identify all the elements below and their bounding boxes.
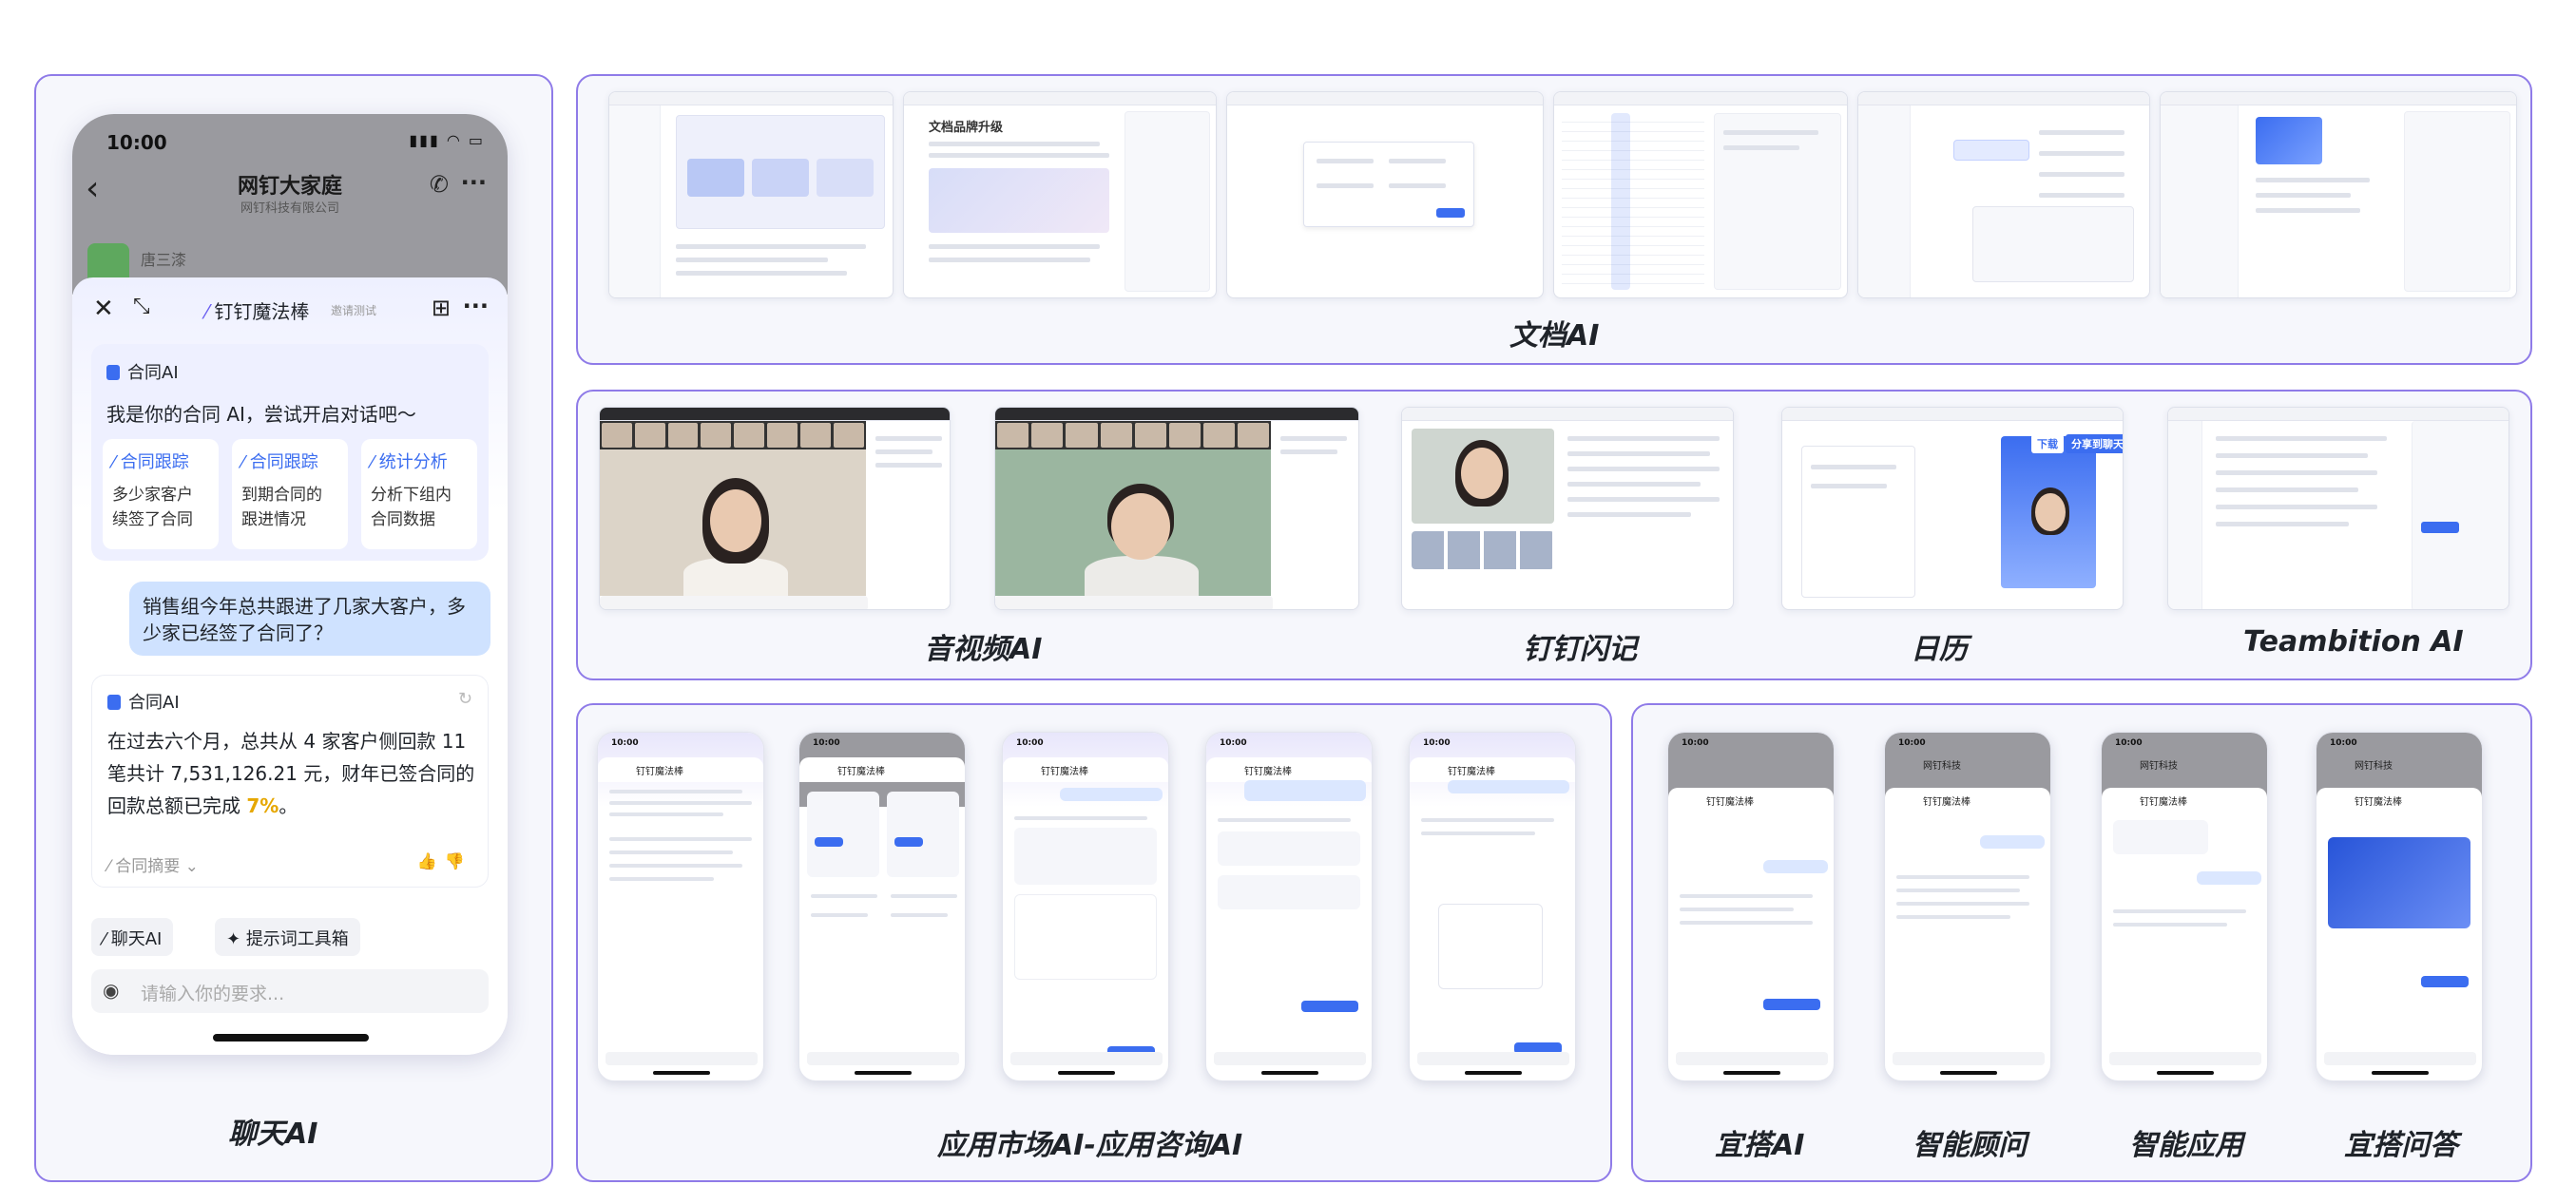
status-icons: ▮▮▮ ◠ ▭ <box>409 131 485 149</box>
doc-screenshot <box>1553 91 1848 298</box>
status-time: 10:00 <box>106 131 167 154</box>
contract-doc-icon <box>107 695 121 710</box>
mini-phone: 10:00 钉钉魔法棒 <box>1667 732 1835 1081</box>
suggestion-card[interactable]: ⁄ 统计分析 分析下组内 合同数据 <box>361 439 477 549</box>
prompt-toolbox-chip[interactable]: ✦ 提示词工具箱 <box>215 918 360 956</box>
caption-smart-advisor: 智能顾问 <box>1913 1129 2027 1162</box>
magic-wand-icon: ⁄ <box>205 300 209 323</box>
teambition-screenshot <box>2167 407 2509 610</box>
mini-phone: 10:00 钉钉魔法棒 <box>1002 732 1169 1081</box>
caption-yida-ai: 宜搭AI <box>1715 1129 1805 1162</box>
mini-phone: 10:00 钉钉魔法棒 <box>1205 732 1373 1081</box>
beta-badge: 邀请测试 <box>331 304 377 317</box>
sheet-title-text: 钉钉魔法棒 <box>214 300 310 323</box>
caption-flash-notes: 钉钉闪记 <box>1523 633 1637 666</box>
message-input[interactable]: ◉ 请输入你的要求... <box>91 969 489 1013</box>
welcome-card: 合同AI 我是你的合同 AI，尝试开启对话吧～ ⁄ 合同跟踪 多少家客户 续签了合… <box>91 344 489 561</box>
greeting-text: 我是你的合同 AI，尝试开启对话吧～ <box>106 403 416 426</box>
caption-chat-ai: 聊天AI <box>228 1118 318 1151</box>
ai-tag: 合同AI <box>107 689 180 714</box>
caption-teambition: Teambition AI <box>2243 625 2464 659</box>
feedback-icons[interactable]: 👍👎 <box>417 852 472 871</box>
mini-phone: 10:00 钉钉魔法棒 <box>798 732 966 1081</box>
suggestion-card[interactable]: ⁄ 合同跟踪 到期合同的 跟进情况 <box>232 439 348 549</box>
mini-phone: 10:00 网钉科技 钉钉魔法棒 <box>2316 732 2483 1081</box>
chat-subtitle: 网钉科技有限公司 <box>240 201 339 216</box>
magic-wand-sheet: ✕ ⤡ ⁄ 钉钉魔法棒 邀请测试 ⊞ ··· 合同AI 我是你的合同 AI，尝试开… <box>72 277 508 1055</box>
ai-tag-label: 合同AI <box>128 693 180 713</box>
doc-screenshot <box>1226 91 1544 298</box>
suggestion-body: 多少家客户 续签了合同 <box>112 486 193 529</box>
voice-icon[interactable]: ◉ <box>103 979 119 1002</box>
suggestion-title: ⁄ 统计分析 <box>371 452 448 472</box>
caption-smart-app: 智能应用 <box>2129 1129 2243 1162</box>
user-message: 销售组今年总共跟进了几家大客户，多少家已经签了合同了？ <box>129 582 490 656</box>
ai-tag-label: 合同AI <box>127 363 179 383</box>
suggestion-title: ⁄ 合同跟踪 <box>241 452 318 472</box>
caption-doc-ai: 文档AI <box>1509 319 1600 353</box>
doc-title: 文档品牌升级 <box>929 121 1004 135</box>
completion-percent: 7% <box>246 794 279 817</box>
suggestion-body: 到期合同的 跟进情况 <box>241 486 322 529</box>
caption-calendar: 日历 <box>1911 633 1968 666</box>
refresh-icon[interactable]: ↻ <box>458 689 472 709</box>
caption-yida-qa: 宜搭问答 <box>2344 1129 2458 1162</box>
doc-screenshot <box>608 91 894 298</box>
mini-phone: 10:00 网钉科技 钉钉魔法棒 <box>2101 732 2268 1081</box>
download-button[interactable]: 下载 <box>2031 434 2064 453</box>
suggestion-title: ⁄ 合同跟踪 <box>112 452 189 472</box>
doc-screenshot <box>2160 91 2517 298</box>
close-icon[interactable]: ✕ <box>93 295 114 323</box>
flash-notes-screenshot <box>1401 407 1734 610</box>
mini-phone: 10:00 钉钉魔法棒 <box>1409 732 1576 1081</box>
suggestion-body: 分析下组内 合同数据 <box>371 486 452 529</box>
video-meeting-screenshot <box>599 407 951 610</box>
chat-ai-chip[interactable]: ⁄ 聊天AI <box>91 918 174 956</box>
sender-name: 唐三漆 <box>141 251 187 269</box>
chat-phone-mockup: 10:00 ▮▮▮ ◠ ▭ ‹ 网钉大家庭 网钉科技有限公司 ✆ ··· 唐三漆… <box>72 114 508 1055</box>
suggestion-card[interactable]: ⁄ 合同跟踪 多少家客户 续签了合同 <box>103 439 219 549</box>
answer-card: 合同AI ↻ 在过去六个月，总共从 4 家客户侧回款 11 笔共计 7,531,… <box>91 675 489 888</box>
expand-icon[interactable]: ⤡ <box>133 295 150 318</box>
input-placeholder: 请输入你的要求... <box>141 984 285 1004</box>
caption-av-ai: 音视频AI <box>924 633 1043 666</box>
home-indicator <box>213 1034 369 1042</box>
mini-phone: 10:00 钉钉魔法棒 <box>597 732 764 1081</box>
video-meeting-screenshot <box>994 407 1359 610</box>
summary-toggle[interactable]: ⁄ 合同摘要 ⌄ <box>107 852 199 876</box>
ai-tag: 合同AI <box>106 359 179 384</box>
doc-screenshot <box>1857 91 2150 298</box>
more-icon[interactable]: ··· <box>461 169 487 196</box>
calendar-screenshot: 下载 分享到聊天 <box>1781 407 2124 610</box>
caption-app-market: 应用市场AI-应用咨询AI <box>937 1129 1243 1162</box>
new-chat-icon[interactable]: ⊞ <box>432 295 451 321</box>
contract-doc-icon <box>106 365 120 380</box>
sheet-title: ⁄ 钉钉魔法棒 <box>205 296 309 324</box>
doc-screenshot: 文档品牌升级 <box>903 91 1217 298</box>
share-to-chat-button[interactable]: 分享到聊天 <box>2066 434 2123 453</box>
answer-text: 在过去六个月，总共从 4 家客户侧回款 11 笔共计 7,531,126.21 … <box>107 730 475 817</box>
call-icon[interactable]: ✆ <box>430 171 449 198</box>
sheet-more-icon[interactable]: ··· <box>463 293 489 319</box>
mini-phone: 10:00 网钉科技 钉钉魔法棒 <box>1884 732 2051 1081</box>
